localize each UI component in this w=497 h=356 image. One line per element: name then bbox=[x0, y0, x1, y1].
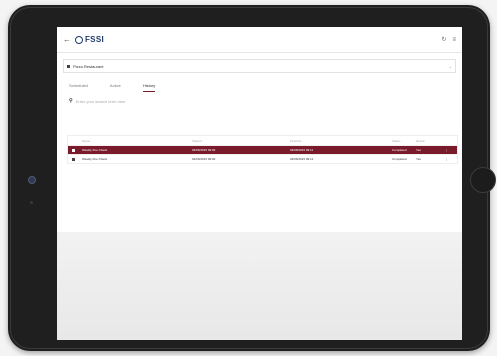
refresh-icon[interactable]: ↻ bbox=[441, 36, 446, 43]
location-select-value: Pizza Restaurant bbox=[73, 63, 104, 69]
header-name[interactable]: Name bbox=[82, 139, 192, 143]
table-header: Name Started Finished Status Result bbox=[68, 136, 457, 145]
more-options-icon[interactable]: ⋮ bbox=[434, 157, 448, 161]
empty-area bbox=[57, 232, 462, 340]
header-started[interactable]: Started bbox=[192, 139, 290, 143]
header-result[interactable]: Result bbox=[416, 139, 434, 143]
sensor-dot bbox=[30, 201, 33, 204]
row-started: 04/06/2015 09:00 bbox=[192, 148, 216, 152]
checklist-icon bbox=[72, 157, 75, 161]
row-result: Yes bbox=[416, 157, 421, 161]
more-options-icon[interactable]: ⋮ bbox=[434, 148, 448, 152]
logo-mark-icon bbox=[75, 35, 83, 44]
location-select[interactable]: Pizza Restaurant ⌄ bbox=[63, 59, 456, 73]
chevron-down-icon: ⌄ bbox=[448, 63, 452, 69]
tab-active[interactable]: Active bbox=[110, 83, 121, 92]
app-bar: ← FSSI ↻ ≡ bbox=[57, 27, 462, 53]
logo-text: FSSI bbox=[85, 35, 104, 44]
row-started: 04/06/2015 09:00 bbox=[192, 157, 216, 161]
tab-history[interactable]: History bbox=[142, 83, 156, 92]
menu-icon[interactable]: ≡ bbox=[452, 37, 456, 43]
row-status: Completed bbox=[392, 157, 407, 161]
fssi-logo: FSSI bbox=[75, 35, 104, 44]
checklist-icon bbox=[72, 148, 75, 152]
header-finished[interactable]: Finished bbox=[290, 139, 392, 143]
row-finished: 04/06/2015 09:11 bbox=[290, 148, 314, 152]
row-name: Weekly Fire Check bbox=[82, 148, 108, 152]
tab-scheduled[interactable]: Scheduled bbox=[69, 83, 88, 92]
row-name: Weekly Fire Check bbox=[82, 157, 108, 161]
app-screen: ← FSSI ↻ ≡ Pizza Restaurant ⌄ Scheduled … bbox=[57, 27, 462, 340]
home-button[interactable] bbox=[470, 167, 496, 193]
table-row[interactable]: Weekly Fire Check 04/06/2015 09:00 04/06… bbox=[68, 154, 457, 163]
history-table: Name Started Finished Status Result Week… bbox=[67, 135, 458, 164]
row-finished: 04/06/2015 09:12 bbox=[290, 157, 314, 161]
header-status[interactable]: Status bbox=[392, 139, 416, 143]
arrow-left-icon[interactable]: ← bbox=[63, 35, 71, 44]
row-status: Completed bbox=[392, 148, 407, 152]
building-icon bbox=[67, 64, 70, 68]
search-bar[interactable]: ⚲ Enter your search term here bbox=[69, 98, 454, 104]
table-row[interactable]: Weekly Fire Check 04/06/2015 09:00 04/06… bbox=[68, 145, 457, 154]
row-result: Yes bbox=[416, 148, 421, 152]
search-input[interactable]: Enter your search term here bbox=[76, 99, 126, 104]
camera-icon bbox=[28, 176, 36, 184]
tab-bar: Scheduled Active History bbox=[69, 83, 462, 92]
search-icon: ⚲ bbox=[69, 98, 73, 104]
